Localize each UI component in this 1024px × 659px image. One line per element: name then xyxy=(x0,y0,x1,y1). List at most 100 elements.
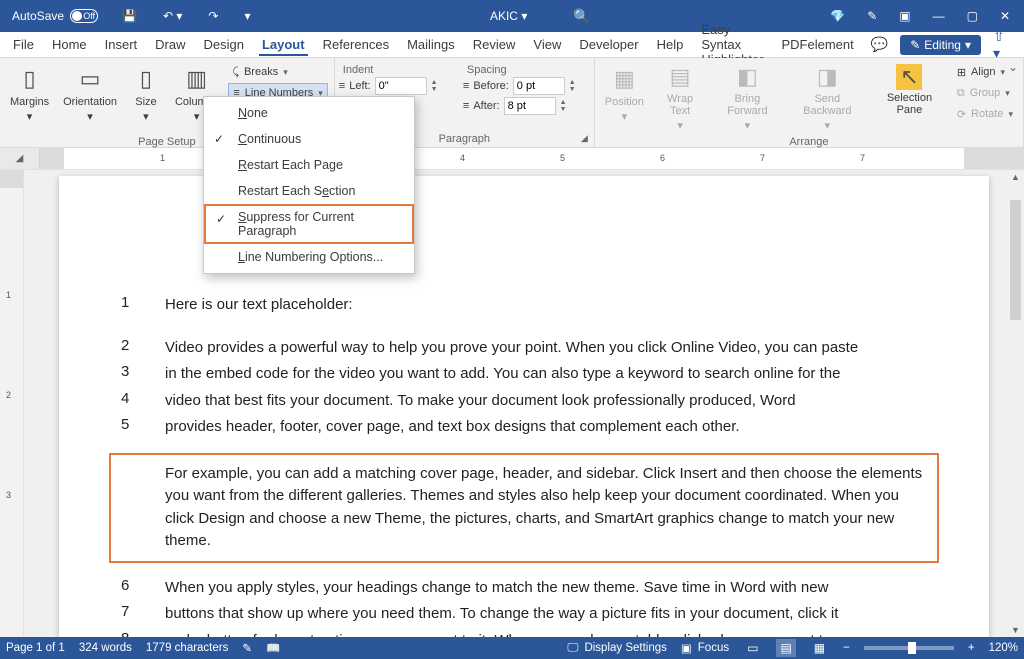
search-icon[interactable]: 🔍 xyxy=(573,8,590,25)
align-icon: ⊞ xyxy=(957,66,966,79)
tab-draw[interactable]: Draw xyxy=(146,34,194,55)
comments-icon[interactable]: 💬 xyxy=(863,32,896,57)
rotate-icon: ⟳ xyxy=(957,108,966,121)
vertical-ruler[interactable]: 1 2 3 xyxy=(0,170,24,637)
tab-references[interactable]: References xyxy=(314,34,398,55)
wrap-icon: ▤ xyxy=(665,64,695,91)
breaks-button[interactable]: ⤹Breaks▾ xyxy=(228,62,327,82)
group-icon: ⧉ xyxy=(957,87,965,100)
collapse-ribbon-icon[interactable]: ⌄ xyxy=(1008,60,1018,74)
account-icon[interactable]: 👤 xyxy=(1017,32,1024,57)
spinner[interactable]: ▲▼ xyxy=(560,99,567,113)
launcher-icon[interactable]: ◢ xyxy=(581,133,588,144)
text-line[interactable]: Video provides a powerful way to help yo… xyxy=(165,337,927,360)
zoom-in-icon[interactable]: + xyxy=(968,642,975,654)
text-line[interactable]: video that best fits your document. To m… xyxy=(165,390,927,413)
tab-pdfelement[interactable]: PDFelement xyxy=(773,34,863,55)
zoom-out-icon[interactable]: − xyxy=(843,642,850,654)
diamond-icon[interactable]: 💎 xyxy=(820,3,855,29)
tab-home[interactable]: Home xyxy=(43,34,96,55)
qat-more-icon[interactable]: ▾ xyxy=(234,3,260,29)
status-page[interactable]: Page 1 of 1 xyxy=(6,642,65,654)
columns-icon: ▥ xyxy=(182,64,212,94)
vertical-scrollbar[interactable]: ▲ ▼ xyxy=(1007,170,1024,637)
ln-continuous[interactable]: ✓ContinuousContinuous xyxy=(204,126,414,152)
indent-left-icon: ≡ xyxy=(339,80,345,92)
display-settings[interactable]: 🖵 Display Settings xyxy=(567,642,667,655)
tab-view[interactable]: View xyxy=(524,34,570,55)
statusbar: Page 1 of 1 324 words 1779 characters ✎ … xyxy=(0,637,1024,659)
spacing-header: Spacing xyxy=(463,62,576,76)
orientation-button[interactable]: ▭Orientation▾ xyxy=(57,62,123,134)
bring-forward-button: ◧Bring Forward▾ xyxy=(710,62,784,134)
read-mode-icon[interactable]: ▭ xyxy=(743,639,762,657)
zoom-slider[interactable] xyxy=(864,646,954,650)
tab-file[interactable]: File xyxy=(4,34,43,55)
selection-pane-button[interactable]: ↖Selection Pane xyxy=(870,62,949,134)
status-words[interactable]: 324 words xyxy=(79,642,132,654)
margins-button[interactable]: ▯Margins▾ xyxy=(4,62,55,134)
zoom-level[interactable]: 120% xyxy=(989,642,1018,654)
redo-icon[interactable]: ↷ xyxy=(198,3,228,29)
position-icon: ▦ xyxy=(609,64,639,94)
scroll-thumb[interactable] xyxy=(1010,200,1021,320)
text-line[interactable]: When you apply styles, your headings cha… xyxy=(165,577,927,600)
orientation-icon: ▭ xyxy=(75,64,105,94)
check-icon: ✓ xyxy=(214,132,224,146)
scroll-down-icon[interactable]: ▼ xyxy=(1007,625,1024,635)
tab-insert[interactable]: Insert xyxy=(96,34,147,55)
send-backward-icon: ◨ xyxy=(812,64,842,91)
indent-header: Indent xyxy=(339,62,445,76)
undo-icon[interactable]: ↶ ▾ xyxy=(153,3,192,29)
editing-mode-button[interactable]: ✎ Editing ▾ xyxy=(900,35,981,55)
line-number: 6 xyxy=(121,577,139,600)
status-chars[interactable]: 1779 characters xyxy=(146,642,228,654)
tab-help[interactable]: Help xyxy=(648,34,693,55)
suppressed-paragraph[interactable]: For example, you can add a matching cove… xyxy=(109,453,939,563)
tab-mailings[interactable]: Mailings xyxy=(398,34,464,55)
spacing-after-input[interactable] xyxy=(504,97,556,115)
spacing-after-icon: ≡ xyxy=(463,100,469,112)
check-icon: ✓ xyxy=(216,212,226,226)
line-numbers-menu: NNoneone ✓ContinuousContinuous Restart E… xyxy=(203,96,415,274)
ruler-corner: ◢ xyxy=(0,148,40,169)
text-line[interactable]: provides header, footer, cover page, and… xyxy=(165,416,927,439)
indent-left-input[interactable] xyxy=(375,77,427,95)
document-area: 1 2 3 1Here is our text placeholder: 2Vi… xyxy=(0,170,1024,637)
ln-restart-page[interactable]: Restart Each PageRestart Each Page xyxy=(204,152,414,178)
tab-design[interactable]: Design xyxy=(195,34,253,55)
ln-restart-section[interactable]: Restart Each SectionRestart Each Section xyxy=(204,178,414,204)
spacing-before-input[interactable] xyxy=(513,77,565,95)
text-line[interactable]: and a button for layout options appears … xyxy=(165,630,927,638)
web-layout-icon[interactable]: ▦ xyxy=(810,639,829,657)
scroll-up-icon[interactable]: ▲ xyxy=(1007,172,1024,182)
spellcheck-icon[interactable]: ✎ xyxy=(242,641,252,655)
save-icon[interactable]: 💾 xyxy=(112,3,147,29)
ln-none[interactable]: NNoneone xyxy=(204,100,414,126)
autosave-toggle[interactable]: AutoSave Off xyxy=(4,7,106,25)
accessibility-icon[interactable]: 📖 xyxy=(266,641,280,655)
line-number: 2 xyxy=(121,337,139,360)
group-button: ⧉Group▾ xyxy=(953,83,1017,103)
focus-mode[interactable]: ▣ Focus xyxy=(681,641,729,655)
text-line[interactable]: buttons that show up where you need them… xyxy=(165,603,927,626)
ln-suppress[interactable]: ✓Suppress for Current ParagraphSuppress … xyxy=(204,204,414,244)
text-line[interactable]: in the embed code for the video you want… xyxy=(165,363,927,386)
text-line[interactable]: Here is our text placeholder: xyxy=(165,294,927,317)
line-number: 7 xyxy=(121,603,139,626)
ln-options[interactable]: Line Numbering Options...Line Numbering … xyxy=(204,244,414,270)
ribbon: ▯Margins▾ ▭Orientation▾ ▯Size▾ ▥Columns▾… xyxy=(0,58,1024,148)
document-name[interactable]: AKIC ▾ xyxy=(490,9,527,23)
text-line[interactable]: For example, you can add a matching cove… xyxy=(165,463,927,553)
spinner[interactable]: ▲▼ xyxy=(569,79,576,93)
toggle-switch[interactable]: Off xyxy=(70,9,98,23)
spinner[interactable]: ▲▼ xyxy=(431,79,438,93)
size-button[interactable]: ▯Size▾ xyxy=(125,62,167,134)
tab-review[interactable]: Review xyxy=(464,34,525,55)
horizontal-ruler[interactable]: ◢ 1 2 3 4 5 6 7 7 xyxy=(0,148,1024,170)
line-number: 8 xyxy=(121,630,139,638)
page[interactable]: 1Here is our text placeholder: 2Video pr… xyxy=(59,176,989,637)
tab-developer[interactable]: Developer xyxy=(570,34,647,55)
print-layout-icon[interactable]: ▤ xyxy=(776,639,795,657)
tab-layout[interactable]: Layout xyxy=(253,34,314,55)
